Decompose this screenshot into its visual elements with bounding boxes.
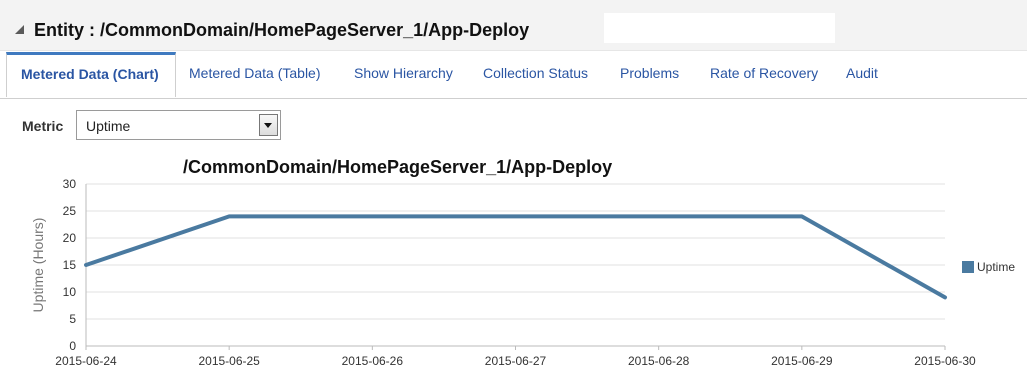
y-tick-label: 15 bbox=[63, 258, 77, 272]
legend-label: Uptime bbox=[977, 260, 1016, 274]
series-line-uptime bbox=[84, 214, 947, 300]
x-tick-label: 2015-06-26 bbox=[342, 354, 404, 368]
uptime-chart: 0 5 10 15 20 25 30 2015-06-24 2015-06-25 2015-06-… bbox=[30, 177, 976, 368]
y-tick-label: 25 bbox=[63, 204, 77, 218]
y-tick-label: 10 bbox=[63, 285, 77, 299]
x-tick-label: 2015-06-27 bbox=[485, 354, 547, 368]
y-tick-label: 20 bbox=[63, 231, 77, 245]
page: Entity : /CommonDomain/HomePageServer_1/… bbox=[0, 0, 1027, 370]
x-tick-label: 2015-06-30 bbox=[914, 354, 976, 368]
x-tick-label: 2015-06-28 bbox=[628, 354, 690, 368]
x-tick-label: 2015-06-29 bbox=[771, 354, 833, 368]
legend-swatch bbox=[962, 261, 974, 273]
x-tick-label: 2015-06-24 bbox=[55, 354, 117, 368]
y-tick-label: 30 bbox=[63, 177, 77, 191]
x-tick-label: 2015-06-25 bbox=[198, 354, 260, 368]
y-axis-label: Uptime (Hours) bbox=[30, 218, 46, 313]
y-tick-label: 0 bbox=[69, 339, 76, 353]
y-tick-label: 5 bbox=[69, 312, 76, 326]
